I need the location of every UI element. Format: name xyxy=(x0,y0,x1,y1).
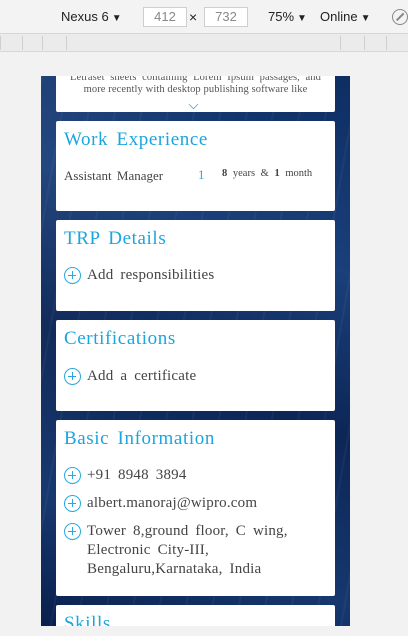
device-select[interactable]: Nexus 6 ▼ xyxy=(61,9,122,24)
email-value: albert.manoraj@wipro.com xyxy=(87,495,258,511)
devtools-toolbar: Nexus 6 ▼ 412 × 732 75% ▼ Online ▼ xyxy=(0,0,408,34)
width-input[interactable]: 412 xyxy=(143,7,187,27)
add-certificate-label: Add a certificate xyxy=(87,368,197,384)
add-responsibilities-label: Add responsibilities xyxy=(87,267,215,283)
months-label: month xyxy=(285,168,313,179)
device-dropdown-icon: ▼ xyxy=(111,13,122,24)
skills-title: Skills xyxy=(64,613,111,626)
phone-row[interactable]: +91 8948 3894 xyxy=(64,466,187,485)
work-experience-card: Work Experience Assistant Manager 1 8 ye… xyxy=(56,121,335,211)
network-label: Online xyxy=(320,9,358,24)
plus-circle-icon xyxy=(64,495,81,512)
work-role: Assistant Manager xyxy=(64,168,164,183)
work-count: 1 xyxy=(198,167,205,182)
phone-value: +91 8948 3894 xyxy=(87,467,187,483)
chevron-down-icon[interactable] xyxy=(188,99,199,110)
plus-circle-icon xyxy=(64,368,81,385)
work-duration: 8 years & 1 month xyxy=(222,168,312,179)
skills-card: Skills xyxy=(56,605,335,626)
device-viewport-area: Letraset sheets containing Lorem Ipsum p… xyxy=(0,52,408,636)
ruler-tick xyxy=(386,36,387,50)
media-query-ruler[interactable] xyxy=(0,34,408,52)
address-value: Tower 8,ground floor, C wing, Electronic… xyxy=(87,523,288,577)
plus-circle-icon xyxy=(64,267,81,284)
work-experience-title: Work Experience xyxy=(64,129,208,150)
basic-information-card: Basic Information +91 8948 3894 albert.m… xyxy=(56,420,335,596)
about-text: Letraset sheets containing Lorem Ipsum p… xyxy=(70,76,321,95)
zoom-dropdown-icon: ▼ xyxy=(297,13,307,24)
ruler-tick xyxy=(66,36,67,50)
years-number: 8 xyxy=(222,168,228,179)
ruler-tick xyxy=(22,36,23,50)
certifications-title: Certifications xyxy=(64,328,176,349)
add-certificate-button[interactable]: Add a certificate xyxy=(64,367,196,386)
ruler-tick xyxy=(42,36,43,50)
plus-circle-icon xyxy=(64,523,81,540)
network-throttle-select[interactable]: Online ▼ xyxy=(320,9,370,24)
ruler-tick xyxy=(340,36,341,50)
rotate-icon[interactable] xyxy=(392,9,408,25)
plus-circle-icon xyxy=(64,467,81,484)
address-row[interactable]: Tower 8,ground floor, C wing, Electronic… xyxy=(64,522,317,579)
duration-amp: & xyxy=(260,168,269,179)
years-label: years xyxy=(232,168,256,179)
basic-information-title: Basic Information xyxy=(64,428,215,449)
about-card: Letraset sheets containing Lorem Ipsum p… xyxy=(56,76,335,112)
ruler-tick xyxy=(364,36,365,50)
dimension-separator: × xyxy=(189,9,198,25)
ruler-tick xyxy=(0,36,1,50)
height-input[interactable]: 732 xyxy=(204,7,248,27)
device-screen[interactable]: Letraset sheets containing Lorem Ipsum p… xyxy=(41,76,350,626)
zoom-label: 75% xyxy=(268,9,295,24)
zoom-select[interactable]: 75% ▼ xyxy=(268,9,307,24)
months-number: 1 xyxy=(274,168,280,179)
trp-details-title: TRP Details xyxy=(64,228,167,249)
certifications-card: Certifications Add a certificate xyxy=(56,320,335,411)
trp-details-card: TRP Details Add responsibilities xyxy=(56,220,335,311)
email-row[interactable]: albert.manoraj@wipro.com xyxy=(64,494,257,513)
device-label: Nexus 6 xyxy=(61,9,109,24)
add-responsibilities-button[interactable]: Add responsibilities xyxy=(64,266,214,285)
network-dropdown-icon: ▼ xyxy=(360,13,371,24)
